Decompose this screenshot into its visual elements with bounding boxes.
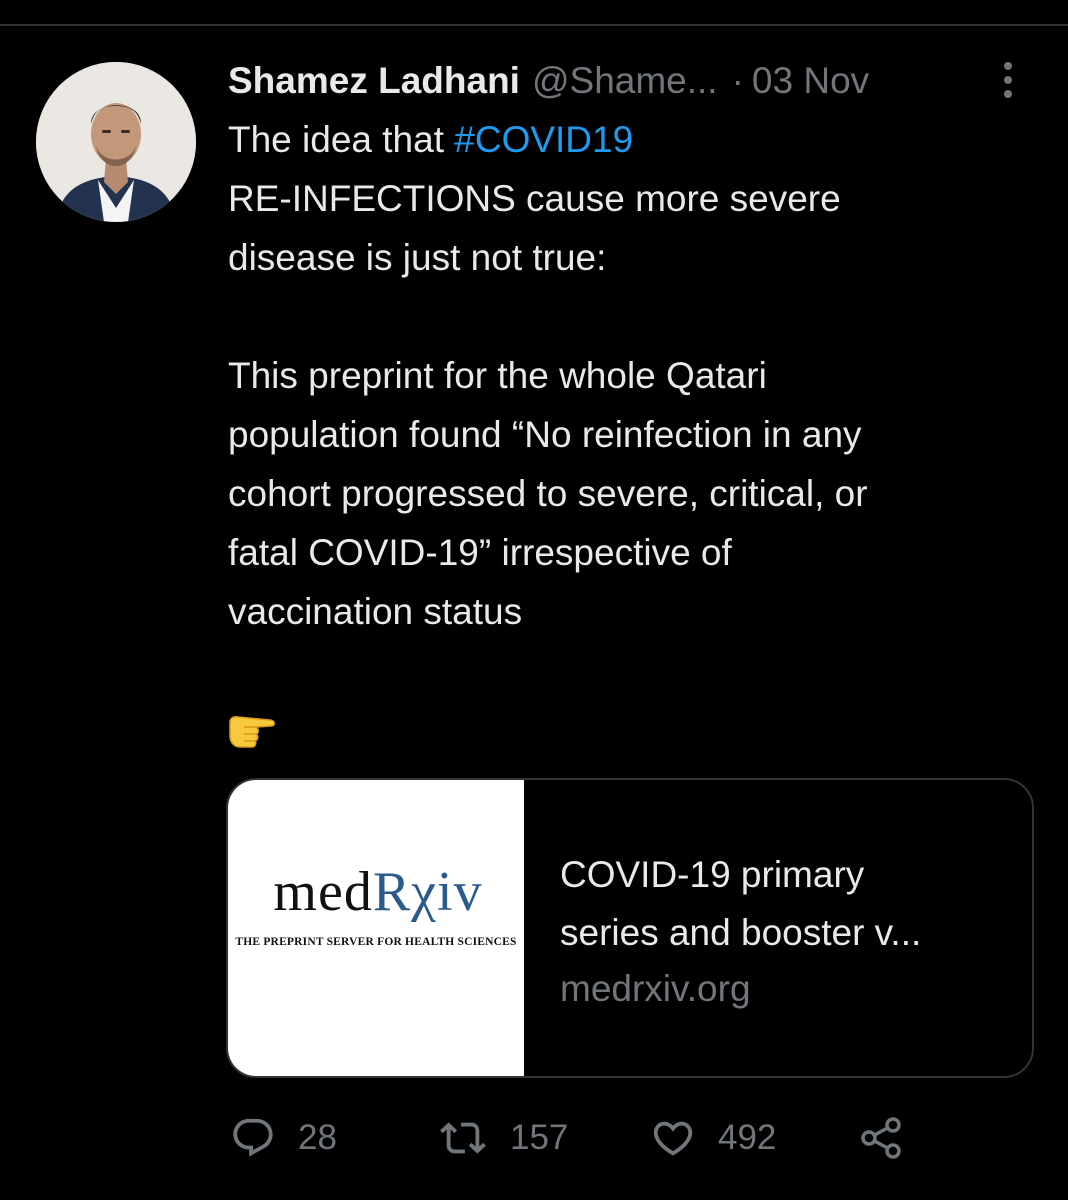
author-handle[interactable]: @Shame... [532,60,718,102]
logo-med-text: med [273,861,373,923]
tweet-header: Shamez Ladhani @Shame... · 03 Nov [228,56,1028,106]
tweet-line: This preprint for the whole Qatari [228,355,767,396]
avatar[interactable] [36,62,196,222]
retweet-icon [440,1122,486,1154]
medrxiv-logo: medRχiv [234,862,522,922]
tweet-line: The idea that #COVID19 [228,110,1038,169]
reply-count: 28 [298,1118,337,1157]
card-title-line: series and booster v... [560,912,922,953]
like-button[interactable]: 492 [650,1110,776,1166]
link-preview-card[interactable]: medRχiv THE PREPRINT SERVER FOR HEALTH S… [226,778,1034,1078]
tweet-line: RE-INFECTIONS cause more severe [228,178,841,219]
logo-tagline: THE PREPRINT SERVER FOR HEALTH SCIENCES [235,936,517,948]
tweet-actions: 28 157 492 [228,1110,1028,1166]
retweet-button[interactable]: 157 [438,1110,568,1166]
tweet-date[interactable]: 03 Nov [752,60,869,102]
top-divider [0,24,1068,26]
more-dot-icon [1004,62,1012,70]
card-domain: medrxiv.org [560,968,751,1009]
tweet-line: fatal COVID-19” irrespective of [228,532,732,573]
heart-icon [653,1121,693,1156]
logo-r-text: Rχiv [372,861,483,923]
reply-icon [233,1118,273,1157]
more-dot-icon [1004,76,1012,84]
card-title: COVID-19 primary series and booster v... [560,846,1000,962]
tweet-text: The idea that #COVID19 RE-INFECTIONS cau… [228,110,1038,641]
reply-button[interactable]: 28 [230,1110,337,1166]
tweet-line: population found “No reinfection in any [228,414,862,455]
hashtag-link[interactable]: #COVID19 [454,119,633,160]
more-dot-icon [1004,90,1012,98]
tweet-line: vaccination status [228,591,523,632]
author-name[interactable]: Shamez Ladhani [228,60,520,102]
tweet-blank-line [228,287,1038,346]
tweet-line: cohort progressed to severe, critical, o… [228,473,868,514]
separator: · [731,60,744,101]
backhand-index-pointing-right-icon [226,708,282,752]
retweet-count: 157 [510,1118,569,1157]
share-icon [861,1117,901,1159]
tweet-line-prefix: The idea that [228,119,455,160]
card-title-line: COVID-19 primary [560,854,865,895]
avatar-photo [36,62,196,222]
card-image: medRχiv THE PREPRINT SERVER FOR HEALTH S… [228,780,524,1076]
share-button[interactable] [858,1110,906,1166]
tweet-line: disease is just not true: [228,237,607,278]
like-count: 492 [718,1118,777,1157]
more-options-button[interactable] [990,58,1026,102]
